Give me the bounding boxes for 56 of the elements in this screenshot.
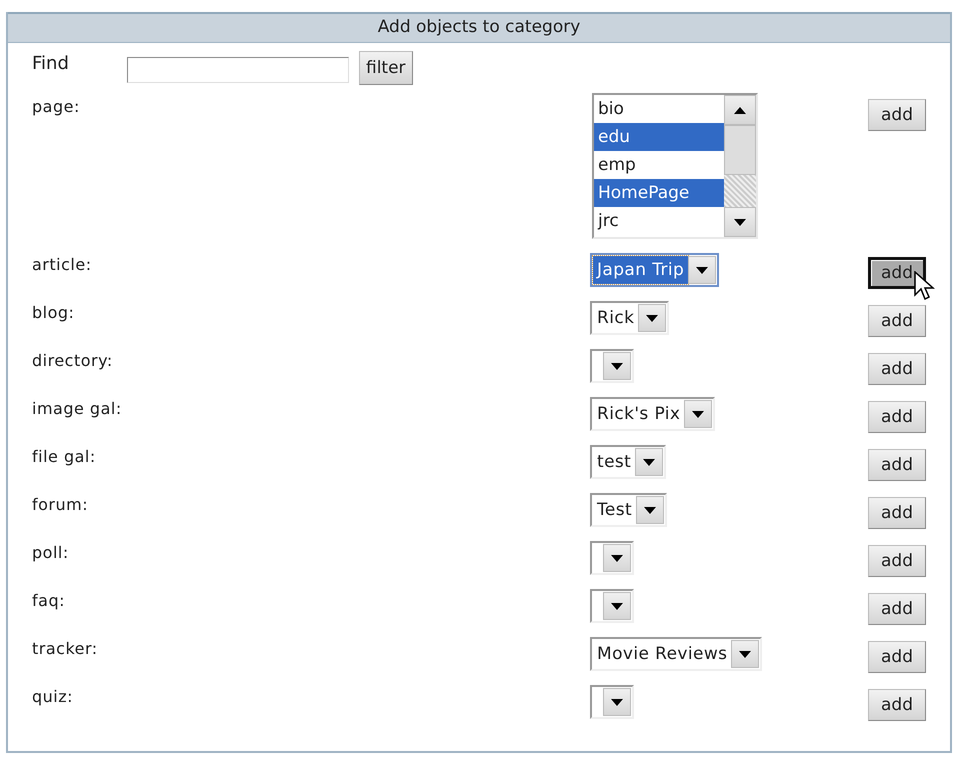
category-label: image gal:: [32, 399, 123, 418]
find-label: Find: [32, 53, 70, 74]
add-button[interactable]: add: [868, 545, 926, 577]
category-label: quiz:: [32, 687, 74, 706]
category-label: tracker:: [32, 639, 99, 658]
add-button[interactable]: add: [868, 401, 926, 433]
down-arrow-icon: [734, 218, 746, 226]
category-label: article:: [32, 255, 93, 274]
down-arrow-icon: [611, 698, 623, 706]
add-button[interactable]: add: [868, 497, 926, 529]
category-label: forum:: [32, 495, 90, 514]
dropdown[interactable]: [590, 541, 634, 575]
options-listbox[interactable]: bio edu emp HomePage jrc: [592, 93, 758, 239]
dropdown[interactable]: Test: [590, 493, 668, 527]
dropdown[interactable]: Japan Trip: [590, 253, 720, 287]
down-arrow-icon: [696, 266, 708, 274]
dropdown[interactable]: [590, 349, 634, 383]
up-arrow-icon: [734, 106, 746, 114]
down-arrow-icon: [611, 362, 623, 370]
category-label: faq:: [32, 591, 66, 610]
category-label: blog:: [32, 303, 76, 322]
down-arrow-icon: [692, 410, 704, 418]
list-option[interactable]: edu: [594, 123, 724, 151]
down-arrow-icon: [611, 554, 623, 562]
find-field[interactable]: [127, 57, 349, 83]
mouse-pointer-icon: [914, 271, 936, 301]
category-label: page:: [32, 97, 81, 116]
dropdown[interactable]: test: [590, 445, 666, 479]
list-option[interactable]: bio: [594, 95, 724, 123]
down-arrow-icon: [646, 314, 658, 322]
add-button[interactable]: add: [868, 449, 926, 481]
add-button[interactable]: add: [868, 353, 926, 385]
dropdown[interactable]: [590, 685, 634, 719]
dropdown[interactable]: [590, 589, 634, 623]
scrollbar[interactable]: [724, 95, 756, 237]
dropdown[interactable]: Rick's Pix: [590, 397, 716, 431]
add-button[interactable]: add: [868, 99, 926, 131]
add-button[interactable]: add: [868, 689, 926, 721]
category-label: file gal:: [32, 447, 97, 466]
dropdown[interactable]: Rick: [590, 301, 670, 335]
scrollbar-track[interactable]: [724, 175, 756, 207]
list-option[interactable]: HomePage: [594, 179, 724, 207]
add-button[interactable]: add: [868, 641, 926, 673]
panel-title: Add objects to category: [8, 12, 950, 43]
filter-button[interactable]: filter: [359, 51, 413, 85]
category-label: directory:: [32, 351, 114, 370]
down-arrow-icon: [643, 458, 656, 466]
list-option[interactable]: emp: [594, 151, 724, 179]
down-arrow-icon: [644, 506, 656, 514]
dropdown[interactable]: Movie Reviews: [590, 637, 762, 671]
category-label: poll:: [32, 543, 70, 562]
add-button[interactable]: add: [868, 593, 926, 625]
down-arrow-icon: [611, 602, 623, 610]
add-button[interactable]: add: [868, 305, 926, 337]
down-arrow-icon: [739, 650, 752, 658]
list-option[interactable]: jrc: [594, 207, 724, 235]
